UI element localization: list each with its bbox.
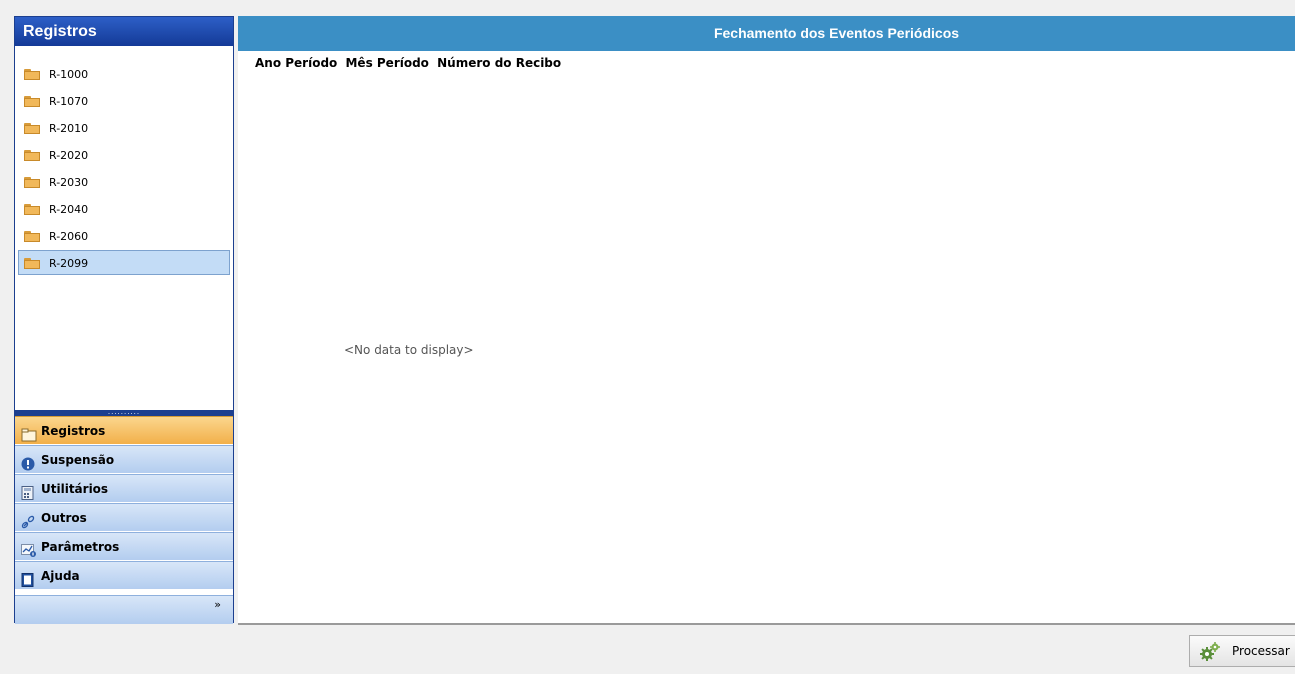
tree-item-label: R-1000 <box>49 68 89 81</box>
nav-button-outros[interactable]: Outros <box>15 503 233 531</box>
nav-button-label: Suspensão <box>41 453 115 467</box>
tree-item-r2030[interactable]: R-2030 <box>18 169 230 194</box>
processar-label: Processar <box>1232 644 1290 658</box>
tree-item-r2020[interactable]: R-2020 <box>18 142 230 167</box>
processar-button[interactable]: Processar <box>1189 635 1295 667</box>
tree-item-label: R-2060 <box>49 230 89 243</box>
registros-tree: R-1000 R-1070 R-2010 R-2020 R-2030 R-204… <box>15 61 233 277</box>
link-icon <box>21 511 35 529</box>
nav-button-parametros[interactable]: Parâmetros <box>15 532 233 560</box>
folder-icon <box>24 123 40 134</box>
folder-icon <box>24 258 40 269</box>
nav-button-suspensao[interactable]: Suspensão <box>15 445 233 473</box>
column-header-numero-recibo[interactable]: Número do Recibo <box>437 56 561 70</box>
nav-button-label: Outros <box>41 511 87 525</box>
tree-item-label: R-2030 <box>49 176 89 189</box>
nav-button-label: Utilitários <box>41 482 109 496</box>
nav-button-registros[interactable]: Registros <box>15 416 233 444</box>
folder-icon <box>24 177 40 188</box>
folder-icon <box>21 424 37 442</box>
folder-icon <box>24 231 40 242</box>
page-title: Fechamento dos Eventos Periódicos <box>238 16 1295 51</box>
panel-divider <box>238 623 1295 625</box>
nav-button-ajuda[interactable]: Ajuda <box>15 561 233 589</box>
folder-icon <box>24 69 40 80</box>
folder-icon <box>24 204 40 215</box>
book-icon <box>21 569 35 587</box>
tree-item-r2040[interactable]: R-2040 <box>18 196 230 221</box>
chevron-double-right-icon[interactable]: » <box>214 599 221 610</box>
tree-item-label: R-2040 <box>49 203 89 216</box>
empty-grid-message: <No data to display> <box>344 343 474 357</box>
nav-button-utilitarios[interactable]: Utilitários <box>15 474 233 502</box>
grid-header: Ano Período Mês Período Número do Recibo <box>255 56 565 70</box>
nav-overflow-bar: » <box>15 595 233 624</box>
gears-icon <box>1199 641 1221 663</box>
tree-item-label: R-2020 <box>49 149 89 162</box>
tree-item-label: R-2099 <box>49 257 89 270</box>
nav-header-title: Registros <box>15 17 233 46</box>
nav-button-label: Ajuda <box>41 569 80 583</box>
tree-item-r2060[interactable]: R-2060 <box>18 223 230 248</box>
tree-item-r1070[interactable]: R-1070 <box>18 88 230 113</box>
column-header-mes-periodo[interactable]: Mês Período <box>345 56 428 70</box>
folder-icon <box>24 150 40 161</box>
column-header-ano-periodo[interactable]: Ano Período <box>255 56 337 70</box>
tree-item-label: R-2010 <box>49 122 89 135</box>
tree-item-r2099[interactable]: R-2099 <box>18 250 230 275</box>
chart-params-icon <box>21 540 36 557</box>
calculator-icon <box>21 482 35 500</box>
tree-item-r2010[interactable]: R-2010 <box>18 115 230 140</box>
nav-button-label: Parâmetros <box>41 540 120 554</box>
tree-item-r1000[interactable]: R-1000 <box>18 61 230 86</box>
info-icon <box>21 453 35 471</box>
navigation-panel: Registros R-1000 R-1070 R-2010 R-2020 R-… <box>14 16 234 624</box>
main-panel: Fechamento dos Eventos Periódicos Ano Pe… <box>238 16 1295 623</box>
nav-button-label: Registros <box>41 424 106 438</box>
folder-icon <box>24 96 40 107</box>
tree-item-label: R-1070 <box>49 95 89 108</box>
